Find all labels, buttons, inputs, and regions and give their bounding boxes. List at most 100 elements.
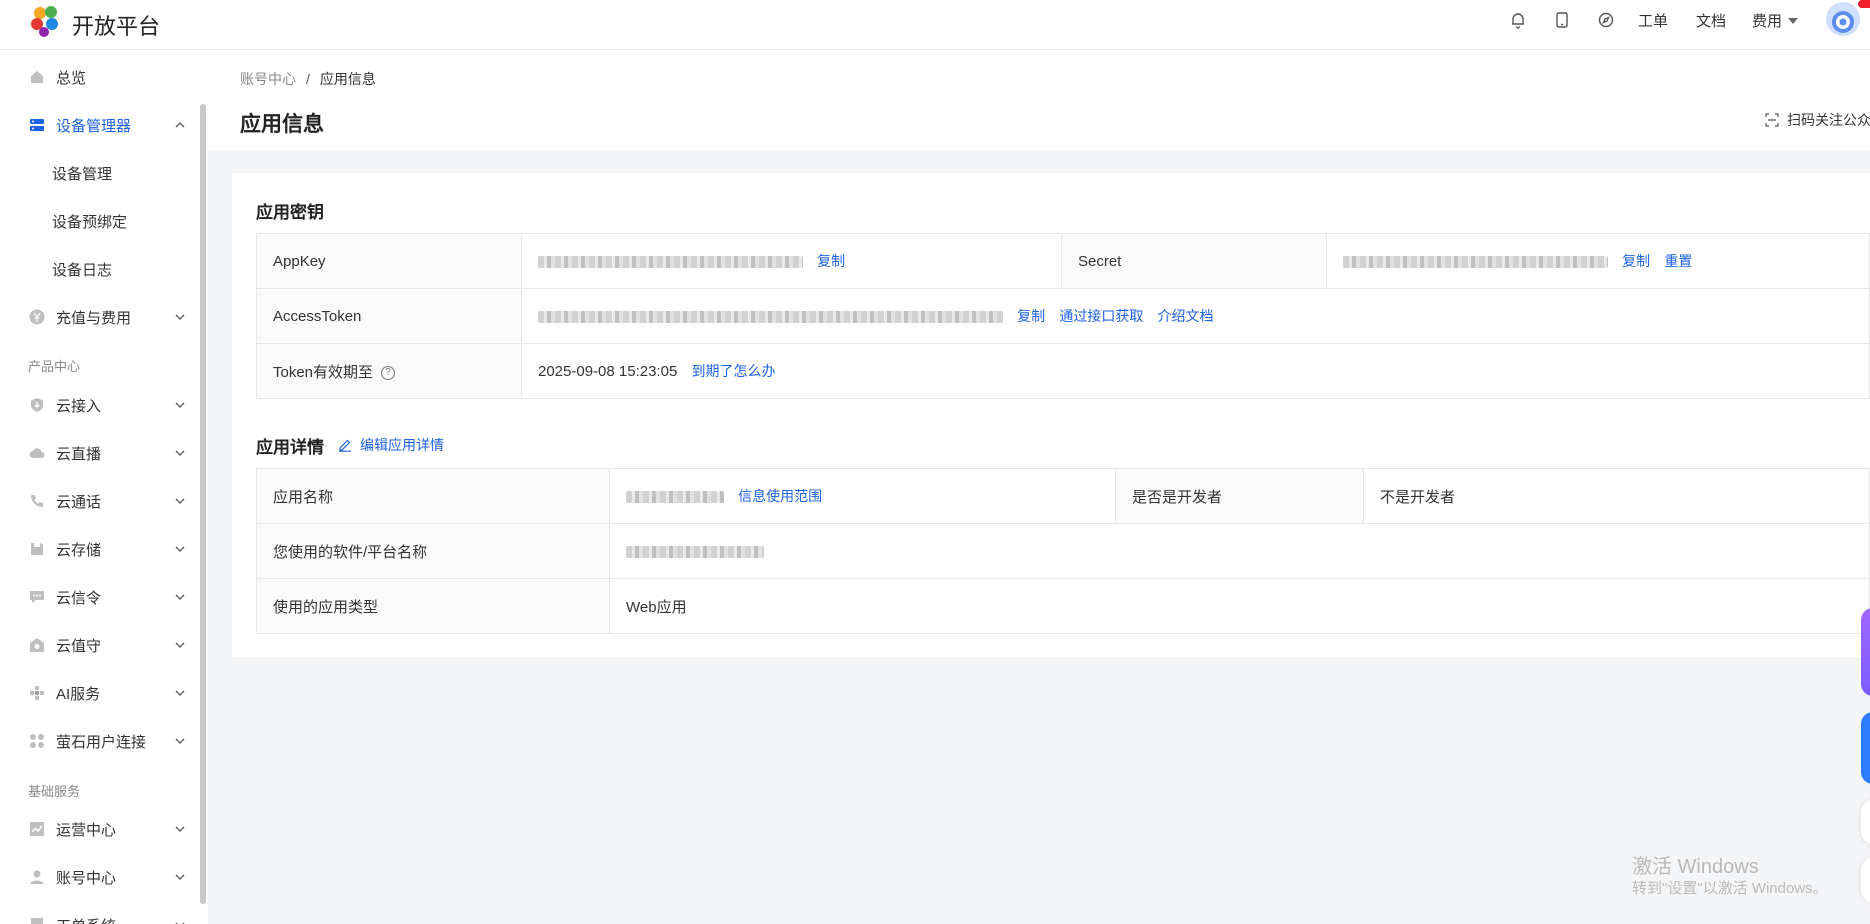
keys-table: AppKey 复制 Secret 复制 重置 AccessToken 复制 通过… — [256, 233, 1870, 399]
notification-badge — [1858, 0, 1870, 8]
details-table: 应用名称 信息使用范围 是否是开发者 不是开发者 您使用的软件/平台名称 使用的… — [256, 468, 1870, 634]
fees-dropdown[interactable]: 费用 — [1752, 10, 1799, 31]
sidebar-item-cloud-guard[interactable]: 云值守 — [0, 623, 200, 667]
token-expire-value-cell: 2025-09-08 15:23:05 到期了怎么办 — [521, 343, 1870, 399]
qr-follow-button[interactable]: 扫码关注公众 — [1765, 110, 1870, 130]
bell-icon[interactable] — [1508, 10, 1528, 30]
brand-name[interactable]: 开放平台 — [72, 9, 160, 41]
sidebar-item-recharge[interactable]: 充值与费用 — [0, 295, 200, 339]
token-expire-label: Token有效期至 — [273, 363, 374, 381]
sidebar-item-label: 云值守 — [56, 637, 102, 655]
sidebar-item-device-manager[interactable]: 设备管理器 — [0, 103, 200, 147]
chevron-down-icon — [175, 922, 185, 924]
access-token-value-cell: 复制 通过接口获取 介绍文档 — [521, 288, 1870, 344]
section-title-keys: 应用密钥 — [256, 203, 324, 222]
float-service-button[interactable] — [1861, 712, 1870, 784]
usage-scope-link[interactable]: 信息使用范围 — [738, 488, 822, 504]
app-info-card: 应用密钥 AppKey 复制 Secret 复制 重置 AccessToken … — [232, 173, 1870, 657]
sidebar-item-label: 账号中心 — [56, 869, 117, 887]
home-icon — [31, 71, 43, 83]
sidebar-item-ticket-system[interactable]: 工单系统 — [0, 903, 200, 924]
expired-help-link[interactable]: 到期了怎么办 — [691, 363, 775, 379]
copy-secret-link[interactable]: 复制 — [1622, 253, 1650, 269]
chevron-down-icon — [175, 546, 185, 553]
sidebar-subitem-device-prebind[interactable]: 设备预绑定 — [0, 199, 200, 243]
table-row: Token有效期至? 2025-09-08 15:23:05 到期了怎么办 — [256, 343, 1870, 399]
sidebar-item-overview[interactable]: 总览 — [0, 55, 200, 99]
chevron-up-icon — [175, 121, 185, 128]
software-name-label: 您使用的软件/平台名称 — [256, 523, 610, 579]
table-row: 您使用的软件/平台名称 — [256, 523, 1870, 579]
is-developer-label: 是否是开发者 — [1115, 468, 1364, 524]
chevron-down-icon — [175, 314, 185, 321]
float-feedback-button[interactable] — [1861, 800, 1870, 844]
copy-appkey-link[interactable]: 复制 — [817, 253, 845, 269]
breadcrumb-current: 应用信息 — [319, 71, 376, 87]
chevron-down-icon — [175, 498, 185, 505]
sidebar-item-cloud-access[interactable]: 云接入 — [0, 383, 200, 427]
apps-grid-icon — [30, 734, 44, 748]
app-name-value-cell: 信息使用范围 — [609, 468, 1116, 524]
float-top-button[interactable] — [1861, 858, 1870, 902]
sidebar-item-ai-service[interactable]: AI服务 — [0, 671, 200, 715]
sidebar-item-cloud-storage[interactable]: 云存储 — [0, 527, 200, 571]
app-name-masked — [626, 491, 724, 504]
sidebar-item-label: AI服务 — [56, 685, 101, 703]
edit-details-label: 编辑应用详情 — [360, 437, 444, 453]
logo-icon[interactable] — [28, 3, 64, 39]
docs-link[interactable]: 文档 — [1696, 10, 1726, 31]
sidebar-scrollbar[interactable] — [200, 104, 206, 904]
caret-down-icon — [1788, 18, 1799, 24]
group-label-product: 产品中心 — [28, 359, 81, 374]
edit-pencil-icon — [339, 439, 351, 452]
software-name-masked — [626, 545, 764, 558]
fees-label: 费用 — [1752, 13, 1783, 30]
chart-line-icon — [30, 822, 44, 836]
chevron-down-icon — [175, 826, 185, 833]
sidebar-item-label: 云直播 — [56, 445, 102, 463]
sidebar-subitem-device-manage[interactable]: 设备管理 — [0, 151, 200, 195]
chevron-down-icon — [175, 594, 185, 601]
sidebar-item-label: 运营中心 — [56, 821, 117, 839]
sidebar-item-cloud-live[interactable]: 云直播 — [0, 431, 200, 475]
cloud-icon — [29, 448, 45, 458]
table-row: AppKey 复制 Secret 复制 重置 — [256, 233, 1870, 289]
avatar[interactable] — [1826, 2, 1860, 36]
token-expire-label-cell: Token有效期至? — [256, 343, 522, 399]
reset-secret-link[interactable]: 重置 — [1664, 253, 1692, 269]
ticket-icon — [31, 918, 43, 924]
phone-icon — [31, 495, 43, 507]
token-expire-value: 2025-09-08 15:23:05 — [538, 363, 678, 380]
page-header — [208, 50, 1870, 150]
breadcrumb-parent[interactable]: 账号中心 — [240, 71, 296, 87]
chat-icon — [30, 591, 44, 603]
windows-activation-title: 激活 Windows — [1632, 856, 1759, 878]
sidebar-item-label: 设备管理器 — [56, 117, 132, 135]
appkey-label: AppKey — [256, 233, 522, 289]
tablet-icon[interactable] — [1552, 10, 1572, 30]
float-assistant-button[interactable] — [1861, 608, 1870, 696]
access-token-masked — [538, 311, 1003, 324]
section-title-details: 应用详情 — [256, 438, 324, 457]
floppy-icon — [31, 543, 43, 555]
get-token-via-api-link[interactable]: 通过接口获取 — [1059, 308, 1143, 324]
compass-icon[interactable] — [1596, 10, 1616, 30]
ticket-link[interactable]: 工单 — [1638, 10, 1668, 31]
qr-follow-label: 扫码关注公众 — [1787, 112, 1870, 128]
ai-nodes-icon — [30, 686, 44, 700]
copy-token-link[interactable]: 复制 — [1017, 308, 1045, 324]
help-icon[interactable]: ? — [381, 365, 396, 380]
user-icon — [30, 870, 44, 884]
table-row: 使用的应用类型 Web应用 — [256, 578, 1870, 634]
sidebar-item-user-connect[interactable]: 萤石用户连接 — [0, 719, 200, 763]
app-type-label: 使用的应用类型 — [256, 578, 610, 634]
edit-details-link[interactable]: 编辑应用详情 — [338, 435, 444, 455]
sidebar-item-account-center[interactable]: 账号中心 — [0, 855, 200, 899]
sidebar-item-ops-center[interactable]: 运营中心 — [0, 807, 200, 851]
sidebar-item-cloud-call[interactable]: 云通话 — [0, 479, 200, 523]
chevron-down-icon — [175, 874, 185, 881]
sidebar-subitem-device-log[interactable]: 设备日志 — [0, 247, 200, 291]
chevron-down-icon — [175, 738, 185, 745]
sidebar-item-cloud-signal[interactable]: 云信令 — [0, 575, 200, 619]
intro-doc-link[interactable]: 介绍文档 — [1158, 308, 1214, 324]
